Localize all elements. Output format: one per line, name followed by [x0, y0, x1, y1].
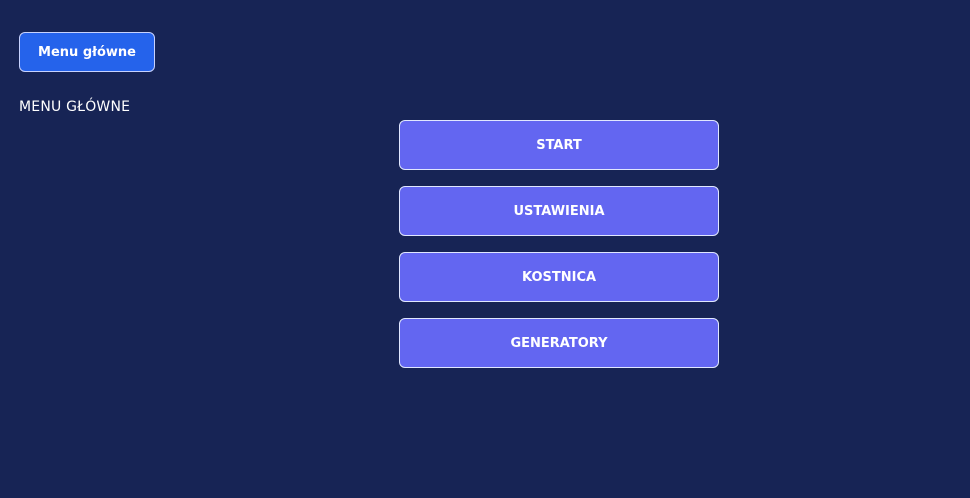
start-button[interactable]: START	[399, 120, 719, 170]
settings-button[interactable]: USTAWIENIA	[399, 186, 719, 236]
generators-button[interactable]: GENERATORY	[399, 318, 719, 368]
morgue-button[interactable]: KOSTNICA	[399, 252, 719, 302]
main-menu-list: START USTAWIENIA KOSTNICA GENERATORY	[399, 120, 719, 368]
main-menu-button[interactable]: Menu główne	[19, 32, 155, 72]
page-title: MENU GŁÓWNE	[19, 99, 131, 115]
